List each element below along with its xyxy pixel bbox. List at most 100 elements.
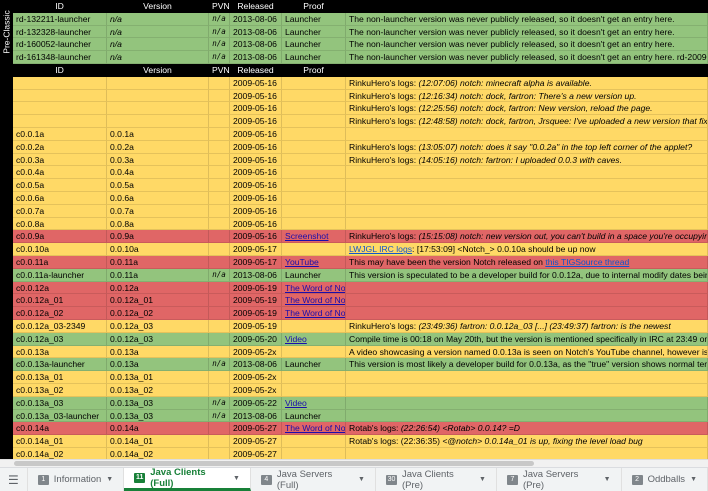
cell-released[interactable]: 2009-05-16 [230,179,282,192]
cell-released[interactable]: 2013-08-06 [230,25,282,39]
cell-version[interactable]: 0.0.13a [107,345,209,359]
chevron-down-icon[interactable]: ▼ [479,476,486,483]
sheet-tab[interactable]: 30 Java Clients (Pre) ▼ [376,468,497,491]
cell-pvn[interactable] [209,281,230,295]
cell-proof[interactable] [282,204,346,218]
cell-pvn[interactable] [209,217,230,231]
cell-version[interactable]: 0.0.7a [107,204,209,218]
cell-proof[interactable] [282,191,346,205]
sheet-tab[interactable]: 4 Java Servers (Full) ▼ [251,468,376,491]
cell-pvn[interactable] [209,153,230,167]
cell-id[interactable]: c0.0.13a-launcher [13,358,107,372]
cell-proof[interactable] [282,383,346,397]
cell-notes[interactable]: RinkuHero's logs: (12:25:56) notch: dock… [346,102,708,116]
cell-pvn[interactable] [209,191,230,205]
cell-id[interactable]: c0.0.5a [13,179,107,192]
cell-version[interactable]: n/a [107,12,209,26]
cell-notes[interactable] [346,191,708,205]
cell-released[interactable]: 2009-05-19 [230,307,282,320]
cell-proof[interactable]: Screenshot [282,230,346,244]
cell-notes[interactable]: RinkuHero's logs: (12:16:34) notch: dock… [346,89,708,103]
cell-version[interactable] [107,89,209,103]
cell-released[interactable]: 2013-08-06 [230,12,282,26]
cell-id[interactable]: rd-160052-launcher [13,38,107,52]
cell-version[interactable]: 0.0.12a_01 [107,294,209,308]
cell-id[interactable]: rd-132328-launcher [13,25,107,39]
cell-notes[interactable] [346,307,708,320]
cell-pvn[interactable] [209,332,230,346]
cell-version[interactable]: 0.0.11a [107,255,209,269]
cell-proof[interactable] [282,140,346,154]
cell-released[interactable]: 2009-05-16 [230,76,282,90]
cell-notes[interactable] [346,409,708,423]
cell-notes[interactable]: The non-launcher version was never publi… [346,12,708,26]
cell-id[interactable]: c0.0.7a [13,204,107,218]
cell-notes[interactable]: RinkuHero's logs: (14:05:16) notch: fart… [346,153,708,167]
cell-proof[interactable] [282,127,346,141]
cell-released[interactable]: 2009-05-20 [230,332,282,346]
proof-link[interactable]: The Word of Notch [285,308,345,318]
cell-released[interactable]: 2009-05-16 [230,230,282,244]
header-proof[interactable]: Proof [282,0,346,13]
cell-released[interactable]: 2009-05-17 [230,255,282,269]
cell-id[interactable]: c0.0.13a [13,345,107,359]
cell-notes[interactable]: RinkuHero's logs: (12:48:58) notch: dock… [346,115,708,128]
cell-proof[interactable]: Launcher [282,268,346,282]
cell-notes[interactable]: This version is speculated to be a devel… [346,268,708,282]
header-released[interactable]: Released [230,0,282,13]
cell-released[interactable]: 2009-05-16 [230,191,282,205]
cell-version[interactable]: 0.0.6a [107,191,209,205]
cell-version[interactable]: n/a [107,38,209,52]
cell-pvn[interactable] [209,383,230,397]
cell-notes[interactable] [346,217,708,231]
cell-proof[interactable] [282,319,346,333]
cell-pvn[interactable] [209,447,230,459]
cell-released[interactable]: 2013-08-06 [230,358,282,372]
cell-notes[interactable]: The non-launcher version was never publi… [346,51,708,64]
cell-notes[interactable]: This version is most likely a developer … [346,358,708,372]
cell-notes[interactable]: RinkuHero's logs: (23:49:36) fartron: 0.… [346,319,708,333]
cell-released[interactable]: 2013-08-06 [230,268,282,282]
cell-notes[interactable]: The non-launcher version was never publi… [346,38,708,52]
header-notes[interactable] [346,0,708,13]
scrollbar-thumb[interactable] [14,461,534,466]
cell-id[interactable]: rd-161348-launcher [13,51,107,64]
cell-proof[interactable]: The Word of Notch [282,281,346,295]
cell-proof[interactable] [282,115,346,128]
chevron-down-icon[interactable]: ▼ [358,476,365,483]
cell-proof[interactable]: The Word of Notch [282,422,346,436]
cell-released[interactable]: 2009-05-16 [230,127,282,141]
cell-id[interactable]: c0.0.12a_01 [13,294,107,308]
cell-proof[interactable] [282,435,346,448]
cell-released[interactable]: 2009-05-17 [230,243,282,256]
cell-notes[interactable]: This may have been the version Notch rel… [346,255,708,269]
all-sheets-menu-icon[interactable]: ☰ [0,468,28,491]
cell-pvn[interactable] [209,115,230,128]
cell-released[interactable]: 2009-05-2x [230,345,282,359]
sheet-tab[interactable]: 7 Java Servers (Pre) ▼ [497,468,622,491]
cell-proof[interactable]: The Word of Notch [282,294,346,308]
proof-link[interactable]: Video [285,334,307,344]
cell-released[interactable]: 2009-05-16 [230,217,282,231]
cell-released[interactable]: 2009-05-2x [230,371,282,384]
cell-pvn[interactable] [209,345,230,359]
cell-proof[interactable]: Launcher [282,25,346,39]
cell-notes[interactable]: Rotab's logs: (22:26:54) <Rotab> 0.0.14?… [346,422,708,436]
cell-notes[interactable] [346,294,708,308]
cell-proof[interactable]: Video [282,396,346,410]
cell-pvn[interactable]: n/a [209,409,230,423]
cell-pvn[interactable] [209,89,230,103]
cell-notes[interactable]: LWJGL IRC logs: [17:53:09] <Notch_> 0.0.… [346,243,708,256]
cell-pvn[interactable] [209,255,230,269]
cell-released[interactable]: 2013-08-06 [230,51,282,64]
cell-notes[interactable]: Compile time is 00:18 on May 20th, but t… [346,332,708,346]
cell-id[interactable]: c0.0.13a_03-launcher [13,409,107,423]
cell-pvn[interactable] [209,166,230,180]
cell-version[interactable]: 0.0.14a_01 [107,435,209,448]
cell-pvn[interactable]: n/a [209,268,230,282]
cell-pvn[interactable] [209,435,230,448]
chevron-down-icon[interactable]: ▼ [233,475,240,482]
cell-version[interactable] [107,115,209,128]
cell-proof[interactable]: Launcher [282,358,346,372]
cell-pvn[interactable]: n/a [209,12,230,26]
